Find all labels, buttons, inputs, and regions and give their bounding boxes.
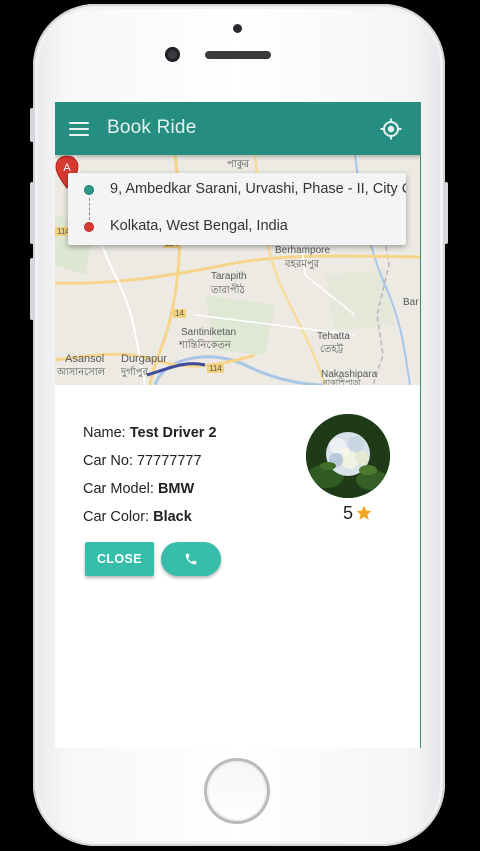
front-camera [165, 47, 180, 62]
map-label: নাকাশিপাড়া [323, 378, 361, 385]
home-button[interactable] [204, 758, 270, 824]
road-number-badge: 14 [173, 309, 186, 318]
map-label: তেহট্ট [320, 344, 344, 355]
star-icon [356, 505, 372, 520]
map-label: Santiniketan [181, 327, 237, 338]
car-model-row: Car Model: BMW [83, 481, 194, 497]
phone-icon [185, 553, 197, 565]
origin-dot-icon [84, 185, 94, 195]
driver-avatar [306, 414, 390, 498]
road-number-badge: 114 [207, 364, 224, 373]
close-button[interactable]: CLOSE [85, 542, 154, 576]
map-label: Bar [403, 297, 419, 308]
mute-switch [30, 108, 34, 142]
map-label: Durgapur [121, 353, 167, 365]
map-label: দুর্গাপুর [121, 367, 148, 378]
car-no-row: Car No: 77777777 [83, 453, 202, 469]
page-title: Book Ride [107, 117, 197, 138]
app-bar: Book Ride [55, 102, 420, 155]
car-no-label: Car No: [83, 453, 133, 469]
car-model-value: BMW [157, 481, 195, 497]
car-no-value: 77777777 [137, 453, 202, 469]
map-label: Asansol [65, 353, 105, 365]
car-color-value: Black [153, 509, 192, 525]
driver-name-value: Test Driver 2 [129, 425, 217, 441]
map-label: Tehatta [317, 331, 350, 342]
route-card[interactable]: 9, Ambedkar Sarani, Urvashi, Phase - II,… [68, 173, 406, 245]
map-label: Tarapith [211, 271, 247, 282]
map-label: বহরমপুর [285, 259, 320, 270]
map-label: শান্তিনিকেতন [179, 340, 231, 351]
car-model-label: Car Model: [83, 481, 154, 497]
my-location-icon[interactable] [380, 118, 402, 140]
driver-rating: 5 [343, 503, 354, 523]
origin-address[interactable]: 9, Ambedkar Sarani, Urvashi, Phase - II,… [110, 181, 406, 197]
volume-up-button [30, 182, 34, 244]
map-label: আসানসোল [57, 367, 106, 378]
car-color-label: Car Color: [83, 509, 150, 525]
map-label: তারাপীঠ [211, 285, 245, 296]
route-map[interactable]: পাকুর Berhampore বহরমপুর Tarapith তারাপী… [55, 155, 420, 385]
driver-details-panel: Name: Test Driver 2 Car No: 77777777 Car… [55, 385, 420, 748]
proximity-sensor [233, 24, 242, 33]
earpiece-speaker [205, 51, 271, 59]
map-label: পাকুর [227, 159, 250, 170]
destination-dot-icon [84, 222, 94, 232]
route-connector [88, 198, 90, 220]
driver-name-label: Name: [83, 425, 126, 441]
driver-name-row: Name: Test Driver 2 [83, 425, 217, 441]
car-color-row: Car Color: Black [83, 509, 192, 525]
call-button[interactable] [161, 542, 221, 576]
volume-down-button [30, 258, 34, 320]
map-label: Berhampore [275, 245, 331, 256]
destination-address[interactable]: Kolkata, West Bengal, India [110, 218, 288, 234]
power-button [444, 182, 448, 244]
app-screen: Book Ride পাকুর Berhampore বহরমপুর Tarap… [55, 102, 421, 748]
menu-icon[interactable] [69, 122, 89, 136]
